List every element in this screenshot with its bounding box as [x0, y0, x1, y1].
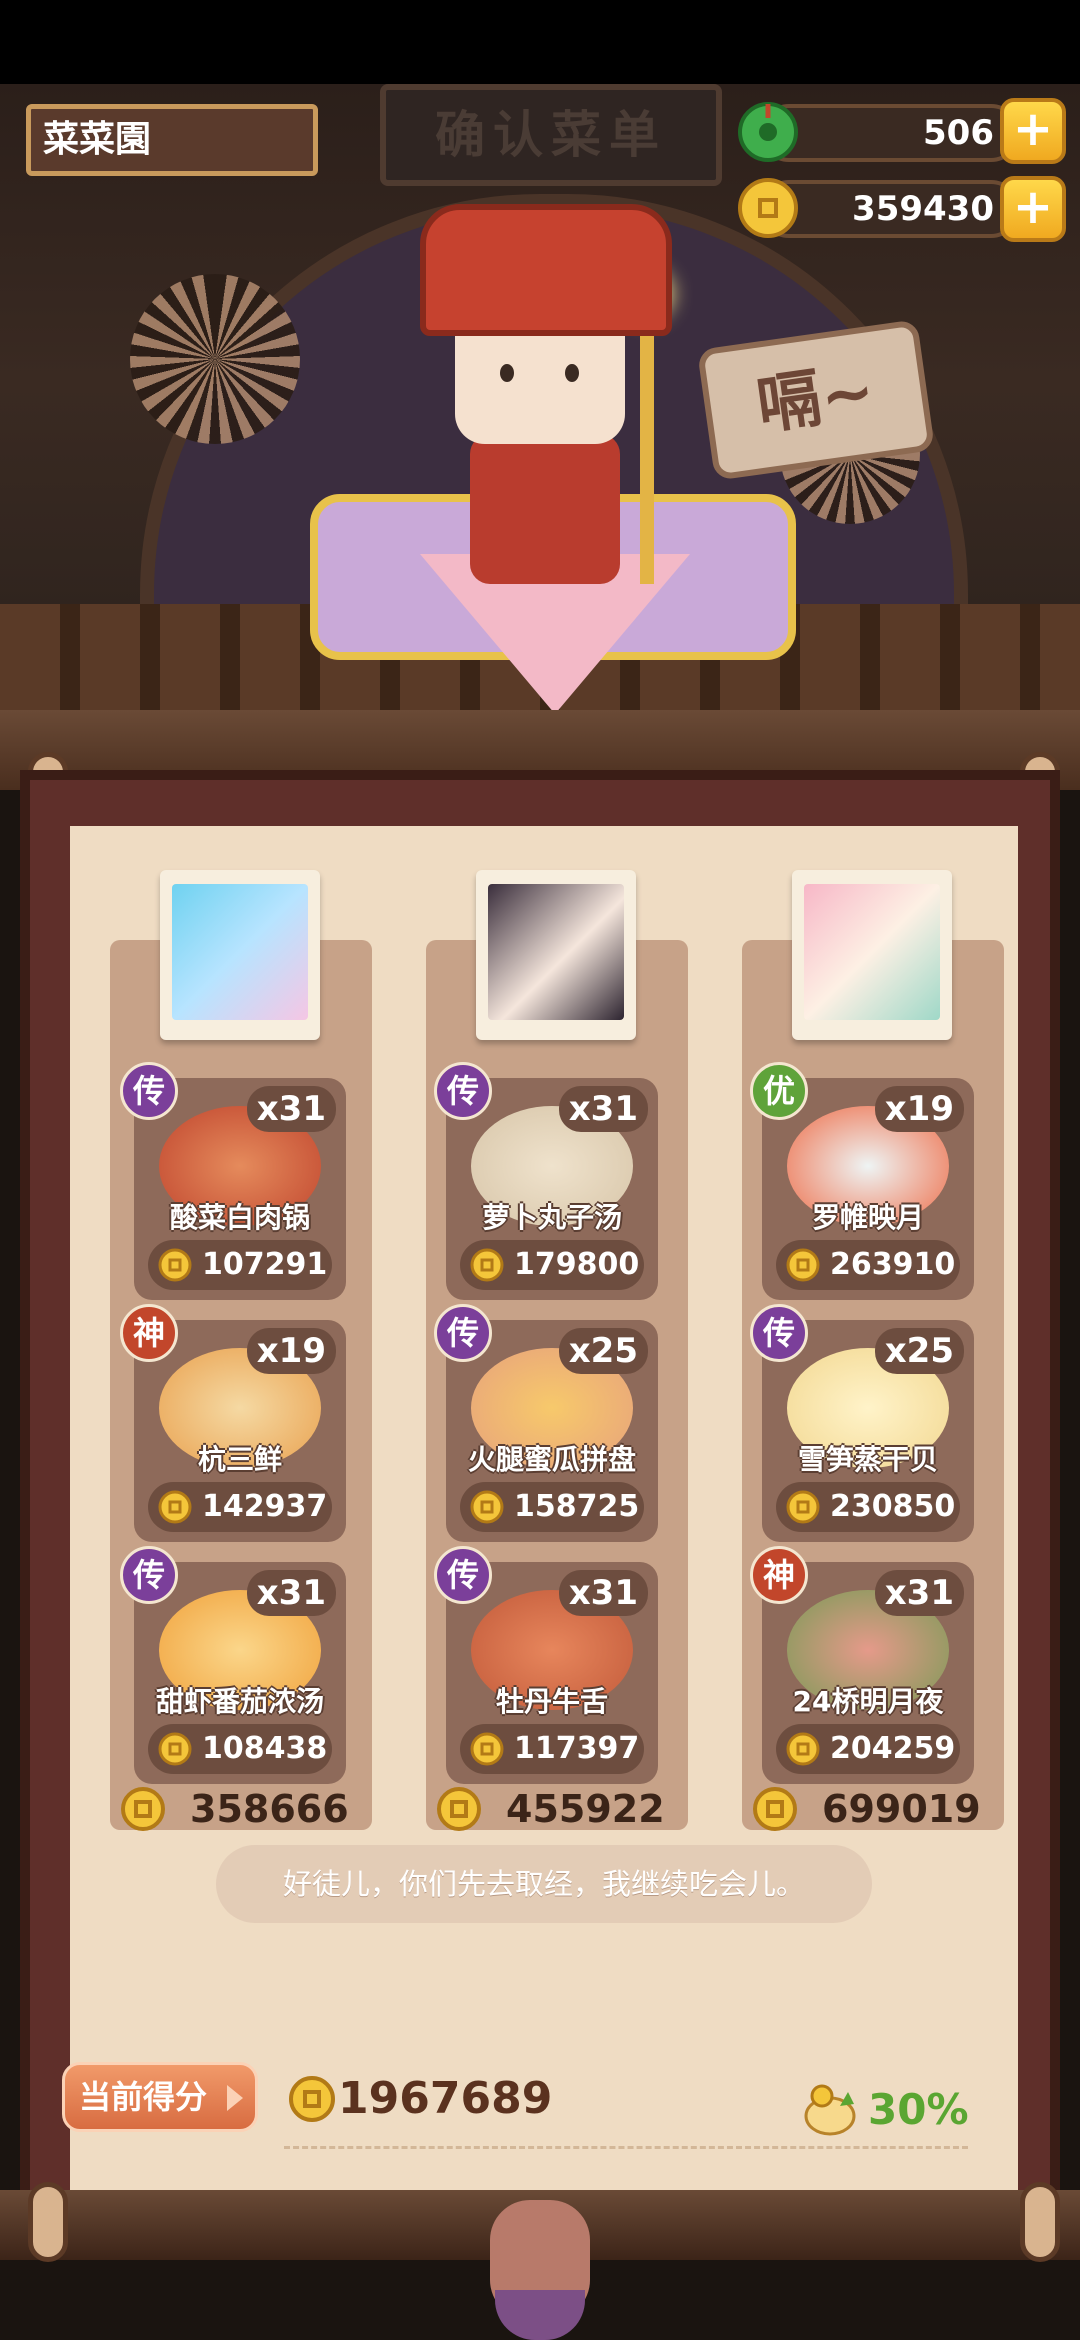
dish-price-value: 158725	[514, 1489, 640, 1524]
coin-icon	[121, 1787, 165, 1831]
rarity-badge: 传	[434, 1062, 492, 1120]
dish-name: 甜虾番茄浓汤	[155, 1685, 324, 1718]
disciple-portrait-3	[804, 884, 940, 1020]
current-score-button[interactable]: 当前得分	[62, 2062, 258, 2132]
column-total-value: 455922	[506, 1787, 665, 1831]
coin-icon	[289, 2076, 335, 2122]
dish-price: 179800	[460, 1240, 644, 1290]
dialog-bubble: 好徒儿，你们先去取经，我继续吃会儿。	[216, 1845, 872, 1923]
monk-character[interactable]	[400, 164, 680, 584]
coin-icon	[470, 1732, 504, 1766]
dish-name: 罗帷映月	[811, 1201, 924, 1234]
dish-name: 萝卜丸子汤	[481, 1201, 622, 1234]
total-score-value: 1967689	[338, 2073, 553, 2124]
dish-name: 雪笋蒸干贝	[797, 1443, 938, 1476]
dish-price: 142937	[148, 1482, 332, 1532]
dish-price-value: 142937	[202, 1489, 328, 1524]
dish-price: 204259	[776, 1724, 960, 1774]
disciple-portrait-2	[488, 884, 624, 1020]
dish-price-value: 108438	[202, 1731, 328, 1766]
rarity-badge: 优	[750, 1062, 808, 1120]
jade-value: 506	[923, 113, 994, 153]
disciple-portrait-frame-3[interactable]	[792, 870, 952, 1040]
tassel	[495, 2290, 585, 2340]
coin-icon	[786, 1490, 820, 1524]
dish-name: 24桥明月夜	[792, 1685, 944, 1718]
disciple-portrait-frame-2[interactable]	[476, 870, 636, 1040]
dish-quantity: x25	[874, 1328, 964, 1374]
dish-price: 263910	[776, 1240, 960, 1290]
dish-name: 火腿蜜瓜拼盘	[467, 1443, 636, 1476]
column-total-3: 699019	[742, 1780, 1004, 1840]
dish-price: 108438	[148, 1724, 332, 1774]
rarity-badge: 传	[120, 1062, 178, 1120]
shop-name: 菜菜園	[43, 119, 152, 160]
dish-price-value: 179800	[514, 1247, 640, 1282]
rarity-badge: 传	[120, 1546, 178, 1604]
rarity-badge: 神	[750, 1546, 808, 1604]
status-bar	[0, 0, 1080, 84]
dialog-text: 好徒儿，你们先去取经，我继续吃会儿。	[282, 1867, 805, 1901]
dish-quantity: x31	[558, 1570, 648, 1616]
coin-icon	[470, 1248, 504, 1282]
dashed-divider	[284, 2146, 968, 2149]
dish-quantity: x31	[558, 1086, 648, 1132]
dish-quantity: x31	[874, 1570, 964, 1616]
add-jade-button[interactable]: +	[1000, 98, 1066, 164]
dish-price: 107291	[148, 1240, 332, 1290]
add-coins-button[interactable]: +	[1000, 176, 1066, 242]
rarity-badge: 传	[750, 1304, 808, 1362]
coin-icon	[158, 1490, 192, 1524]
dish-price-value: 230850	[830, 1489, 956, 1524]
coin-icon	[158, 1248, 192, 1282]
eye-left	[500, 364, 514, 382]
coin-value: 359430	[852, 189, 994, 229]
character-hat	[420, 204, 672, 336]
fan-decoration-left	[130, 274, 300, 444]
dish-price: 117397	[460, 1724, 644, 1774]
coin-bag-bonus-icon	[804, 2084, 856, 2136]
coin-icon	[158, 1732, 192, 1766]
dish-name: 牡丹牛舌	[495, 1685, 608, 1718]
column-total-value: 699019	[822, 1787, 981, 1831]
coin-icon	[786, 1732, 820, 1766]
coin-icon	[753, 1787, 797, 1831]
dish-quantity: x31	[246, 1086, 336, 1132]
rarity-badge: 传	[434, 1546, 492, 1604]
dish-quantity: x25	[558, 1328, 648, 1374]
coin-icon	[470, 1490, 504, 1524]
bonus-percent: 30%	[868, 2085, 969, 2134]
disciple-portrait-1	[172, 884, 308, 1020]
coin-icon	[738, 178, 798, 238]
scroll-cap-bottom-right	[1020, 2182, 1060, 2262]
rarity-badge: 神	[120, 1304, 178, 1362]
dish-quantity: x19	[246, 1328, 336, 1374]
disciple-portrait-frame-1[interactable]	[160, 870, 320, 1040]
dish-price: 158725	[460, 1482, 644, 1532]
coin-icon	[437, 1787, 481, 1831]
speech-text: 嗝~	[752, 354, 880, 444]
dish-price-value: 117397	[514, 1731, 640, 1766]
dish-price-value: 263910	[830, 1247, 956, 1282]
column-total-value: 358666	[190, 1787, 349, 1831]
dish-quantity: x31	[246, 1570, 336, 1616]
jade-icon	[738, 102, 798, 162]
character-robe	[470, 434, 620, 584]
dish-price: 230850	[776, 1482, 960, 1532]
column-total-1: 358666	[110, 1780, 372, 1840]
rarity-badge: 传	[434, 1304, 492, 1362]
play-arrow-icon	[227, 2085, 243, 2111]
column-total-2: 455922	[426, 1780, 688, 1840]
dish-price-value: 107291	[202, 1247, 328, 1282]
coin-icon	[786, 1248, 820, 1282]
dish-name: 酸菜白肉锅	[169, 1201, 310, 1234]
dish-price-value: 204259	[830, 1731, 956, 1766]
shop-name-box[interactable]: 菜菜園	[26, 104, 318, 176]
eye-right	[565, 364, 579, 382]
scroll-cap-bottom-left	[28, 2182, 68, 2262]
dish-name: 杭三鲜	[197, 1443, 282, 1476]
dish-quantity: x19	[874, 1086, 964, 1132]
